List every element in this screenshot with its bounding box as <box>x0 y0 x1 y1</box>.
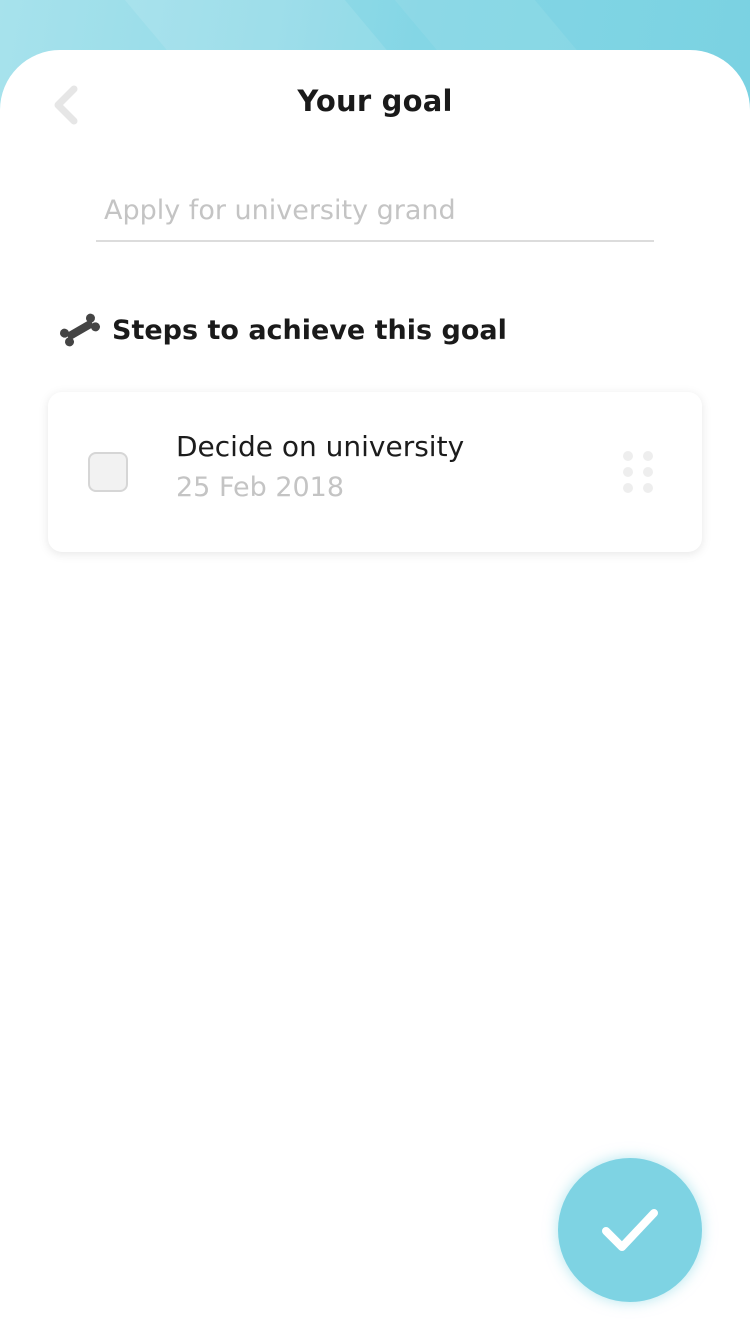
steps-section-header: Steps to achieve this goal <box>58 308 507 352</box>
step-card[interactable]: Decide on university 25 Feb 2018 <box>48 392 702 552</box>
step-checkbox[interactable] <box>88 452 128 492</box>
page-title: Your goal <box>297 84 453 118</box>
bone-icon <box>60 313 100 347</box>
steps-section-title: Steps to achieve this goal <box>112 314 507 346</box>
checkmark-icon <box>602 1209 658 1251</box>
goal-name-input[interactable] <box>96 182 654 238</box>
goal-screen: Your goal Steps to achieve this goal Dec… <box>0 0 750 1334</box>
content-sheet: Your goal Steps to achieve this goal Dec… <box>0 50 750 1334</box>
step-title: Decide on university <box>176 430 465 463</box>
step-date: 25 Feb 2018 <box>176 472 345 503</box>
confirm-button[interactable] <box>558 1158 702 1302</box>
drag-handle-icon[interactable] <box>620 450 656 494</box>
goal-input-container <box>96 182 654 242</box>
